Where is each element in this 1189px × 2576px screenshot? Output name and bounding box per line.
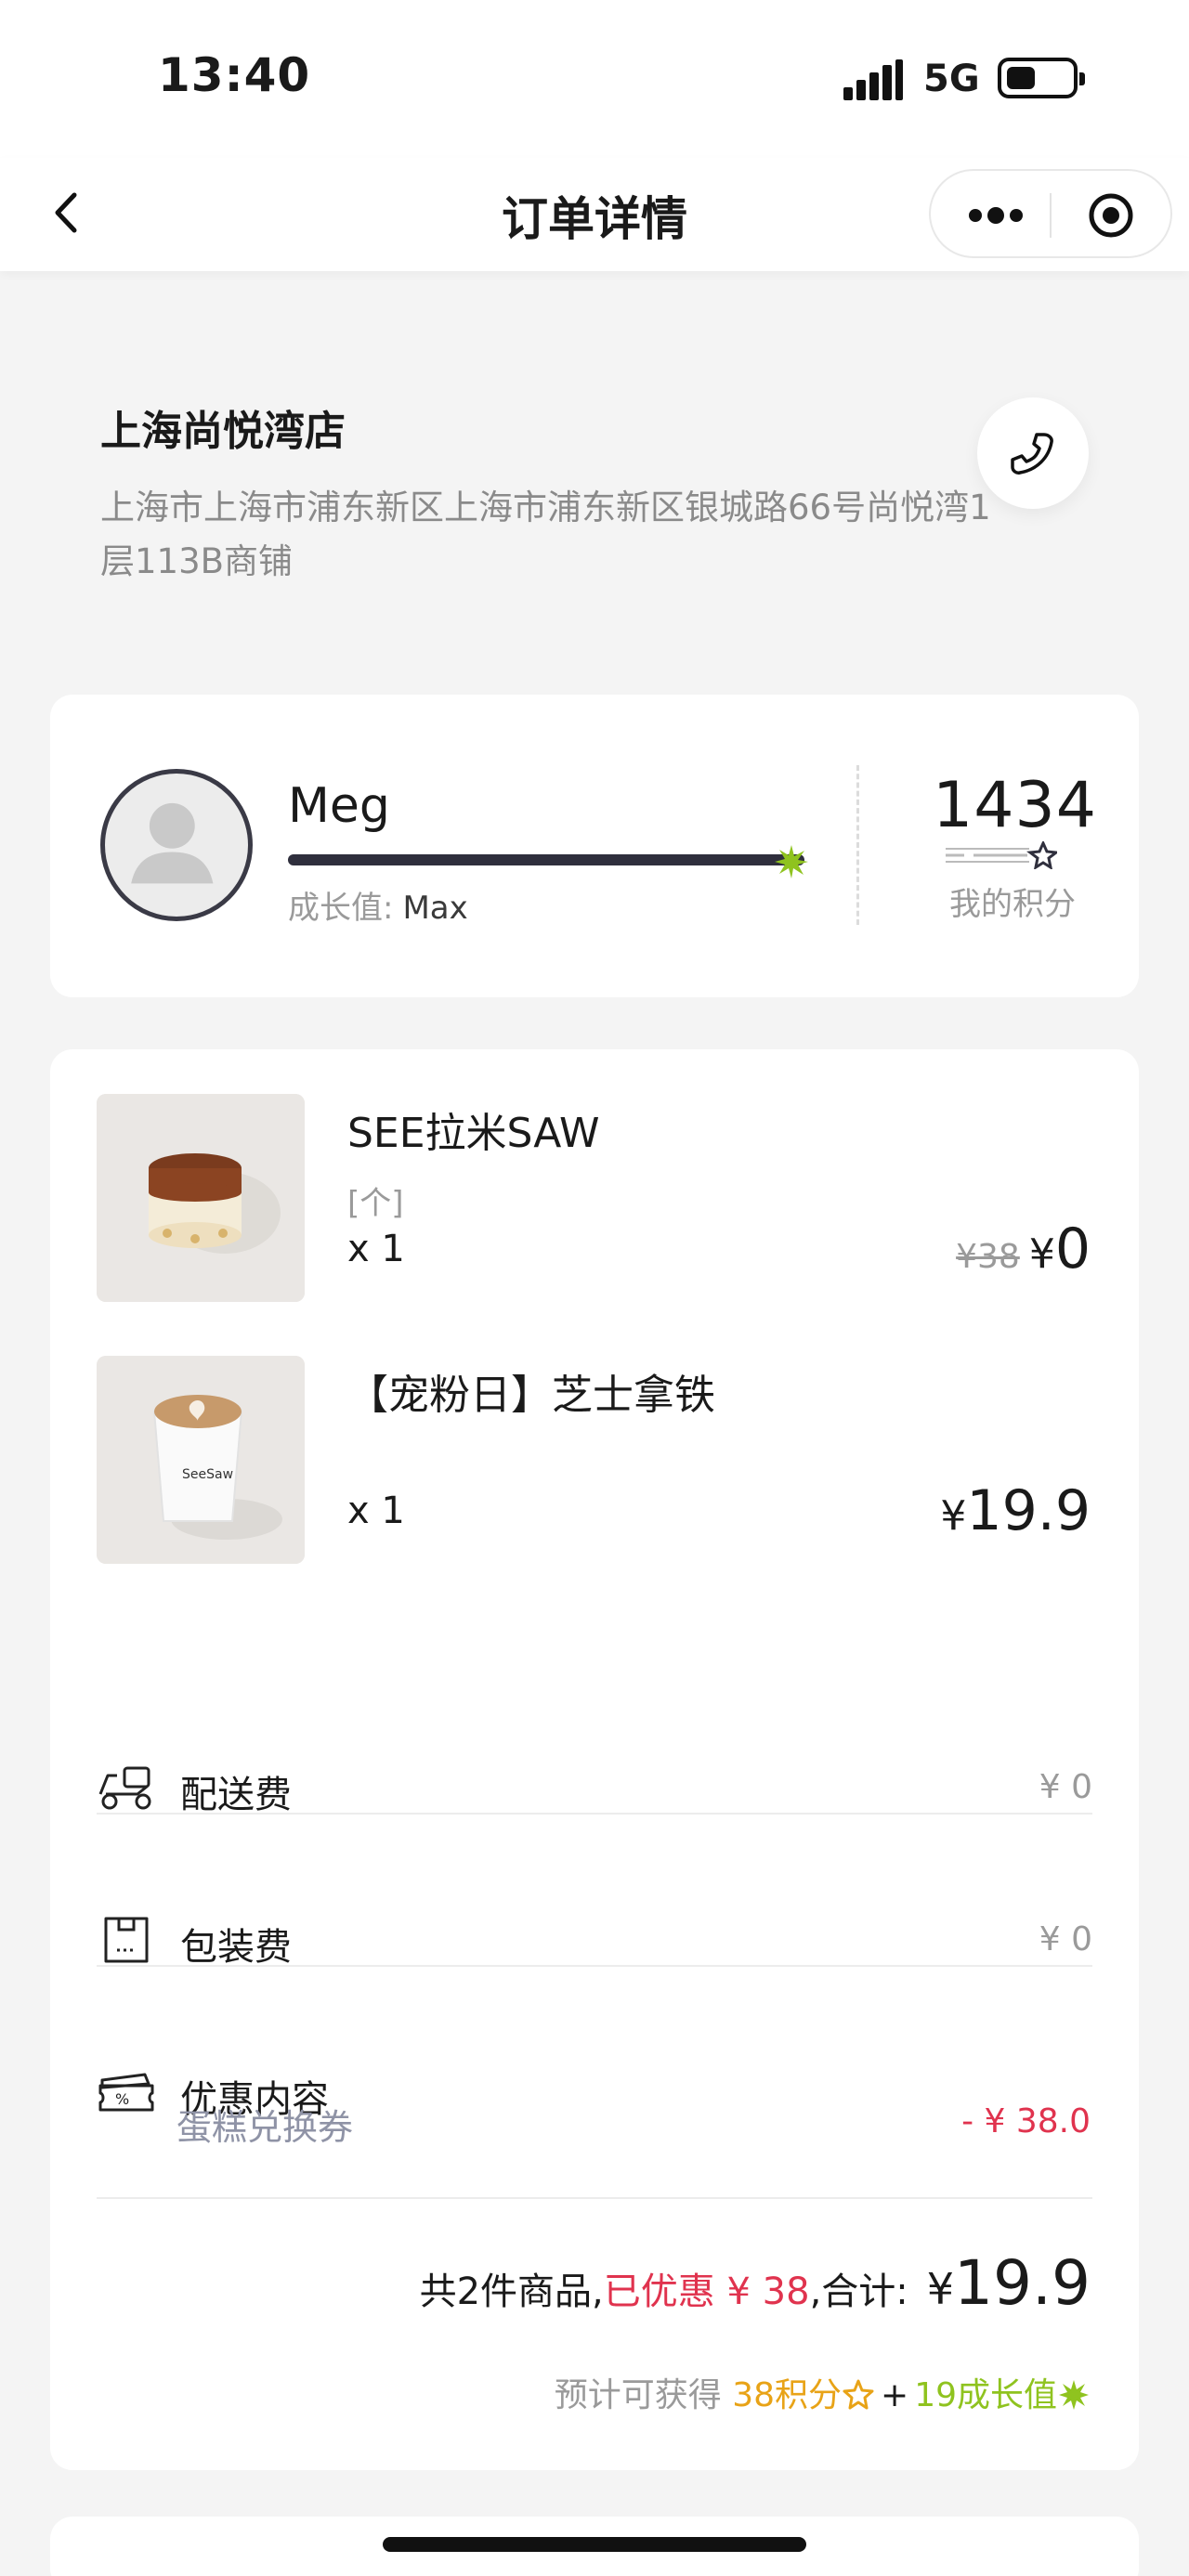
packaging-fee-row: 包装费 ¥ 0: [97, 1893, 1092, 1985]
nav-bar: 订单详情: [0, 158, 1189, 271]
product-price: ¥19.9: [940, 1478, 1091, 1543]
growth-value: Max: [402, 890, 468, 927]
packaging-fee-label: 包装费: [180, 1926, 292, 1969]
miniapp-capsule: [929, 169, 1172, 258]
row-divider: [97, 1965, 1092, 1967]
order-card: SEE拉米SAW [个] x 1 ¥38 ¥0 SeeSaw 【宠粉日】芝士拿铁 …: [50, 1049, 1139, 2470]
item-count: 共2件商品,: [419, 2270, 604, 2313]
more-icon[interactable]: [959, 197, 1033, 234]
product-price: ¥38 ¥0: [956, 1216, 1091, 1281]
points-star-icon: [843, 2379, 874, 2410]
status-time: 13:40: [158, 48, 311, 102]
delivery-fee-value: ¥ 0: [1039, 1768, 1092, 1806]
svg-text:%: %: [115, 2090, 129, 2108]
product-spec: [个]: [347, 1185, 404, 1222]
total-label: ,合计:: [809, 2270, 908, 2313]
signal-icon: [843, 59, 905, 100]
growth-star-icon: [1059, 2380, 1089, 2410]
latte-image: SeeSaw: [97, 1356, 305, 1564]
default-avatar-icon: [131, 802, 214, 884]
original-price: ¥38: [956, 1238, 1020, 1276]
points-label: 我的积分: [949, 886, 1076, 923]
member-divider: [856, 765, 859, 925]
earn-plus: +: [881, 2376, 909, 2414]
tiramisu-image: [97, 1094, 305, 1302]
packaging-fee-value: ¥ 0: [1039, 1920, 1092, 1958]
growth-label-text: 成长值:: [288, 890, 394, 927]
store-name: 上海尚悦湾店: [100, 408, 346, 455]
total-amount: 19.9: [954, 2247, 1091, 2319]
row-divider: [97, 1813, 1092, 1815]
avatar: [100, 769, 253, 921]
product-name: 【宠粉日】芝士拿铁: [347, 1372, 715, 1419]
svg-text:SeeSaw: SeeSaw: [182, 1467, 233, 1482]
status-bar: 13:40 5G: [0, 0, 1189, 158]
member-name: Meg: [288, 778, 390, 834]
row-divider: [97, 2197, 1092, 2199]
earn-growth: 19成长值: [914, 2376, 1057, 2414]
price-amount: 0: [1054, 1216, 1091, 1281]
discount-item-name: 蛋糕兑换券: [176, 2107, 354, 2148]
phone-icon: [1011, 433, 1053, 475]
call-store-button[interactable]: [977, 397, 1089, 509]
price-currency: ¥: [1028, 1230, 1055, 1278]
points-value[interactable]: 1434: [933, 769, 1137, 842]
home-indicator: [383, 2537, 806, 2552]
coupon-icon: %: [98, 2073, 154, 2112]
product-qty: x 1: [347, 1228, 405, 1270]
close-miniapp-icon[interactable]: [1087, 191, 1135, 240]
store-address: 上海市上海市浦东新区上海市浦东新区银城路66号尚悦湾1层113B商铺: [100, 488, 991, 581]
price-currency: ¥: [940, 1492, 967, 1540]
delivery-fee-row: 配送费 ¥ 0: [97, 1740, 1092, 1833]
product-image-tiramisu: [97, 1094, 305, 1302]
growth-progress-bar: [288, 854, 804, 865]
estimated-rewards: 预计可获得 38积分 +19成长值: [555, 2368, 1091, 2416]
earn-prefix: 预计可获得: [554, 2376, 722, 2414]
battery-icon: [998, 58, 1085, 98]
delivery-scooter-icon: [98, 1766, 151, 1810]
total-currency: ¥: [926, 2264, 955, 2314]
saved-amount: 已优惠 ¥ 38: [603, 2270, 810, 2313]
product-image-latte: SeeSaw: [97, 1356, 305, 1564]
capsule-divider: [1050, 193, 1052, 238]
order-summary: 共2件商品,已优惠 ¥ 38,合计: ¥19.9: [420, 2247, 1091, 2319]
delivery-fee-label: 配送费: [180, 1774, 292, 1816]
discount-item-value: - ¥ 38.0: [961, 2102, 1091, 2140]
price-amount: 19.9: [966, 1478, 1091, 1543]
product-qty: x 1: [347, 1490, 405, 1532]
product-name: SEE拉米SAW: [347, 1110, 600, 1157]
points-star-icon: [946, 841, 1057, 869]
growth-star-icon: [775, 845, 808, 878]
growth-value-label: 成长值: Max: [288, 882, 468, 928]
member-card: Meg 成长值: Max 1434 我的积分: [50, 695, 1139, 997]
packaging-bag-icon: [104, 1917, 149, 1963]
earn-points: 38积分: [732, 2376, 843, 2414]
network-type: 5G: [923, 58, 980, 100]
